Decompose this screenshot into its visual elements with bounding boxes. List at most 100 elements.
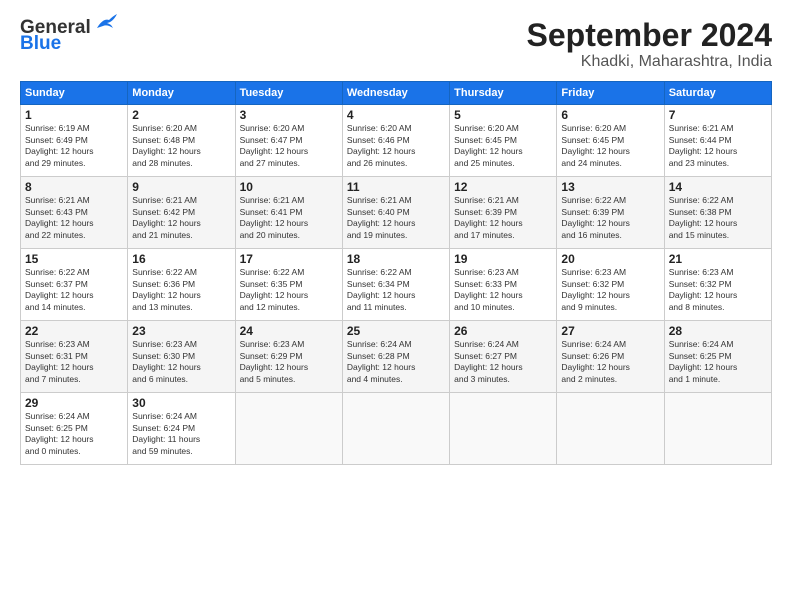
day-info: Sunrise: 6:21 AM Sunset: 6:43 PM Dayligh…	[25, 195, 123, 241]
day-info: Sunrise: 6:19 AM Sunset: 6:49 PM Dayligh…	[25, 123, 123, 169]
calendar-day-28: 28Sunrise: 6:24 AM Sunset: 6:25 PM Dayli…	[664, 321, 771, 393]
empty-cell	[450, 393, 557, 465]
calendar-day-4: 4Sunrise: 6:20 AM Sunset: 6:46 PM Daylig…	[342, 105, 449, 177]
day-info: Sunrise: 6:22 AM Sunset: 6:36 PM Dayligh…	[132, 267, 230, 313]
day-number: 11	[347, 180, 445, 194]
calendar-day-11: 11Sunrise: 6:21 AM Sunset: 6:40 PM Dayli…	[342, 177, 449, 249]
calendar-day-30: 30Sunrise: 6:24 AM Sunset: 6:24 PM Dayli…	[128, 393, 235, 465]
day-number: 21	[669, 252, 767, 266]
calendar-day-8: 8Sunrise: 6:21 AM Sunset: 6:43 PM Daylig…	[21, 177, 128, 249]
day-info: Sunrise: 6:22 AM Sunset: 6:34 PM Dayligh…	[347, 267, 445, 313]
day-info: Sunrise: 6:23 AM Sunset: 6:30 PM Dayligh…	[132, 339, 230, 385]
day-number: 10	[240, 180, 338, 194]
calendar-day-20: 20Sunrise: 6:23 AM Sunset: 6:32 PM Dayli…	[557, 249, 664, 321]
day-number: 9	[132, 180, 230, 194]
logo: General Blue	[20, 18, 117, 55]
day-number: 1	[25, 108, 123, 122]
day-number: 7	[669, 108, 767, 122]
day-number: 24	[240, 324, 338, 338]
calendar-day-5: 5Sunrise: 6:20 AM Sunset: 6:45 PM Daylig…	[450, 105, 557, 177]
day-number: 3	[240, 108, 338, 122]
calendar-day-19: 19Sunrise: 6:23 AM Sunset: 6:33 PM Dayli…	[450, 249, 557, 321]
calendar-day-12: 12Sunrise: 6:21 AM Sunset: 6:39 PM Dayli…	[450, 177, 557, 249]
logo-bird-icon	[95, 14, 117, 32]
day-info: Sunrise: 6:20 AM Sunset: 6:45 PM Dayligh…	[454, 123, 552, 169]
day-info: Sunrise: 6:24 AM Sunset: 6:25 PM Dayligh…	[669, 339, 767, 385]
calendar-day-13: 13Sunrise: 6:22 AM Sunset: 6:39 PM Dayli…	[557, 177, 664, 249]
calendar-day-17: 17Sunrise: 6:22 AM Sunset: 6:35 PM Dayli…	[235, 249, 342, 321]
calendar-day-21: 21Sunrise: 6:23 AM Sunset: 6:32 PM Dayli…	[664, 249, 771, 321]
day-info: Sunrise: 6:22 AM Sunset: 6:38 PM Dayligh…	[669, 195, 767, 241]
calendar-day-25: 25Sunrise: 6:24 AM Sunset: 6:28 PM Dayli…	[342, 321, 449, 393]
day-info: Sunrise: 6:24 AM Sunset: 6:25 PM Dayligh…	[25, 411, 123, 457]
day-number: 8	[25, 180, 123, 194]
col-header-thursday: Thursday	[450, 82, 557, 105]
calendar-day-14: 14Sunrise: 6:22 AM Sunset: 6:38 PM Dayli…	[664, 177, 771, 249]
calendar-day-1: 1Sunrise: 6:19 AM Sunset: 6:49 PM Daylig…	[21, 105, 128, 177]
day-number: 17	[240, 252, 338, 266]
day-info: Sunrise: 6:24 AM Sunset: 6:28 PM Dayligh…	[347, 339, 445, 385]
calendar-day-6: 6Sunrise: 6:20 AM Sunset: 6:45 PM Daylig…	[557, 105, 664, 177]
day-number: 4	[347, 108, 445, 122]
day-info: Sunrise: 6:23 AM Sunset: 6:33 PM Dayligh…	[454, 267, 552, 313]
day-number: 23	[132, 324, 230, 338]
calendar-day-24: 24Sunrise: 6:23 AM Sunset: 6:29 PM Dayli…	[235, 321, 342, 393]
col-header-tuesday: Tuesday	[235, 82, 342, 105]
day-number: 27	[561, 324, 659, 338]
day-info: Sunrise: 6:20 AM Sunset: 6:46 PM Dayligh…	[347, 123, 445, 169]
day-number: 15	[25, 252, 123, 266]
calendar-day-23: 23Sunrise: 6:23 AM Sunset: 6:30 PM Dayli…	[128, 321, 235, 393]
day-number: 22	[25, 324, 123, 338]
empty-cell	[557, 393, 664, 465]
calendar-day-16: 16Sunrise: 6:22 AM Sunset: 6:36 PM Dayli…	[128, 249, 235, 321]
title-block: September 2024 Khadki, Maharashtra, Indi…	[527, 18, 772, 71]
day-info: Sunrise: 6:20 AM Sunset: 6:47 PM Dayligh…	[240, 123, 338, 169]
day-info: Sunrise: 6:21 AM Sunset: 6:40 PM Dayligh…	[347, 195, 445, 241]
day-number: 26	[454, 324, 552, 338]
calendar-day-9: 9Sunrise: 6:21 AM Sunset: 6:42 PM Daylig…	[128, 177, 235, 249]
day-number: 2	[132, 108, 230, 122]
calendar-day-29: 29Sunrise: 6:24 AM Sunset: 6:25 PM Dayli…	[21, 393, 128, 465]
calendar-day-7: 7Sunrise: 6:21 AM Sunset: 6:44 PM Daylig…	[664, 105, 771, 177]
day-number: 29	[25, 396, 123, 410]
day-info: Sunrise: 6:24 AM Sunset: 6:26 PM Dayligh…	[561, 339, 659, 385]
day-number: 28	[669, 324, 767, 338]
calendar-day-15: 15Sunrise: 6:22 AM Sunset: 6:37 PM Dayli…	[21, 249, 128, 321]
day-info: Sunrise: 6:23 AM Sunset: 6:32 PM Dayligh…	[561, 267, 659, 313]
day-info: Sunrise: 6:20 AM Sunset: 6:48 PM Dayligh…	[132, 123, 230, 169]
day-number: 25	[347, 324, 445, 338]
day-number: 6	[561, 108, 659, 122]
day-number: 19	[454, 252, 552, 266]
col-header-sunday: Sunday	[21, 82, 128, 105]
day-info: Sunrise: 6:23 AM Sunset: 6:29 PM Dayligh…	[240, 339, 338, 385]
calendar-day-3: 3Sunrise: 6:20 AM Sunset: 6:47 PM Daylig…	[235, 105, 342, 177]
calendar-day-26: 26Sunrise: 6:24 AM Sunset: 6:27 PM Dayli…	[450, 321, 557, 393]
day-number: 5	[454, 108, 552, 122]
col-header-wednesday: Wednesday	[342, 82, 449, 105]
day-info: Sunrise: 6:22 AM Sunset: 6:37 PM Dayligh…	[25, 267, 123, 313]
day-info: Sunrise: 6:21 AM Sunset: 6:44 PM Dayligh…	[669, 123, 767, 169]
calendar-day-22: 22Sunrise: 6:23 AM Sunset: 6:31 PM Dayli…	[21, 321, 128, 393]
location-title: Khadki, Maharashtra, India	[527, 53, 772, 71]
calendar-day-18: 18Sunrise: 6:22 AM Sunset: 6:34 PM Dayli…	[342, 249, 449, 321]
empty-cell	[664, 393, 771, 465]
day-info: Sunrise: 6:21 AM Sunset: 6:39 PM Dayligh…	[454, 195, 552, 241]
day-info: Sunrise: 6:21 AM Sunset: 6:41 PM Dayligh…	[240, 195, 338, 241]
logo-blue: Blue	[20, 33, 61, 55]
calendar-day-10: 10Sunrise: 6:21 AM Sunset: 6:41 PM Dayli…	[235, 177, 342, 249]
day-info: Sunrise: 6:21 AM Sunset: 6:42 PM Dayligh…	[132, 195, 230, 241]
day-number: 13	[561, 180, 659, 194]
day-info: Sunrise: 6:24 AM Sunset: 6:27 PM Dayligh…	[454, 339, 552, 385]
col-header-monday: Monday	[128, 82, 235, 105]
day-number: 30	[132, 396, 230, 410]
day-number: 12	[454, 180, 552, 194]
day-info: Sunrise: 6:23 AM Sunset: 6:32 PM Dayligh…	[669, 267, 767, 313]
calendar-day-2: 2Sunrise: 6:20 AM Sunset: 6:48 PM Daylig…	[128, 105, 235, 177]
day-info: Sunrise: 6:22 AM Sunset: 6:35 PM Dayligh…	[240, 267, 338, 313]
col-header-saturday: Saturday	[664, 82, 771, 105]
empty-cell	[342, 393, 449, 465]
day-number: 14	[669, 180, 767, 194]
day-info: Sunrise: 6:22 AM Sunset: 6:39 PM Dayligh…	[561, 195, 659, 241]
day-info: Sunrise: 6:24 AM Sunset: 6:24 PM Dayligh…	[132, 411, 230, 457]
month-title: September 2024	[527, 18, 772, 53]
